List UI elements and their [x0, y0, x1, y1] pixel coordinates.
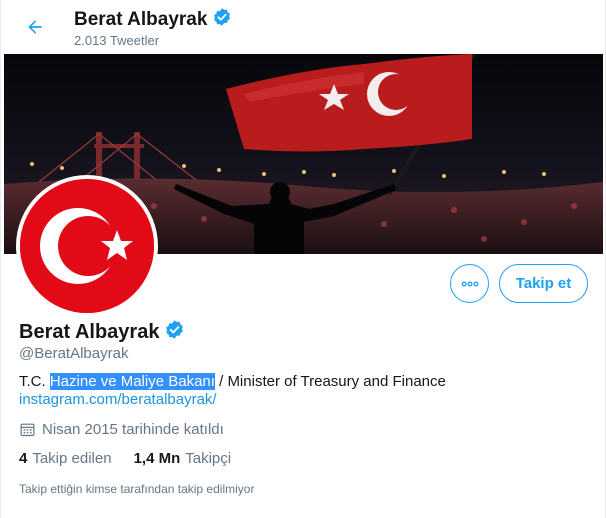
back-button[interactable]: [19, 11, 51, 43]
follow-button[interactable]: Takip et: [499, 264, 588, 303]
join-date: Nisan 2015 tarihinde katıldı: [19, 421, 224, 438]
avatar[interactable]: [16, 175, 158, 317]
profile-bio: T.C. Hazine ve Maliye Bakanı / Minister …: [19, 372, 446, 392]
followers-count: 1,4 Mn: [133, 450, 181, 467]
bio-suffix: / Minister of Treasury and Finance: [214, 373, 446, 390]
avatar-image: [20, 179, 154, 313]
follow-stats: 4 Takip edilen 1,4 Mn Takipçi: [19, 450, 253, 467]
verified-badge-icon: [164, 319, 185, 345]
header-name: Berat Albayrak: [74, 8, 208, 30]
tweet-count: 2.013 Tweetler: [74, 33, 160, 48]
verified-badge-icon: [212, 7, 232, 32]
mutual-followers-note: Takip ettiğin kimse tarafından takip edi…: [19, 482, 255, 496]
calendar-icon: [19, 421, 36, 438]
followers-stat[interactable]: 1,4 Mn Takipçi: [134, 450, 232, 467]
user-handle: @BeratAlbayrak: [19, 345, 129, 362]
following-stat[interactable]: 4 Takip edilen: [19, 450, 112, 467]
join-date-text: Nisan 2015 tarihinde katıldı: [42, 421, 224, 438]
display-name: Berat Albayrak: [19, 320, 160, 343]
more-icon: [461, 281, 478, 287]
profile-column: Berat Albayrak 2.013 Tweetler Takip et B…: [0, 0, 606, 518]
arrow-left-icon: [28, 20, 42, 34]
followers-label: Takipçi: [185, 450, 232, 467]
profile-link[interactable]: instagram.com/beratalbayrak/: [19, 391, 217, 408]
bio-highlight: Hazine ve Maliye Bakanı: [49, 373, 215, 390]
following-count: 4: [19, 450, 28, 467]
profile-name: Berat Albayrak: [19, 319, 185, 345]
more-button[interactable]: [450, 264, 489, 303]
profile-header: Berat Albayrak 2.013 Tweetler: [1, 0, 606, 53]
bio-prefix: T.C.: [19, 373, 50, 390]
following-label: Takip edilen: [32, 450, 112, 467]
header-title: Berat Albayrak: [74, 7, 232, 32]
